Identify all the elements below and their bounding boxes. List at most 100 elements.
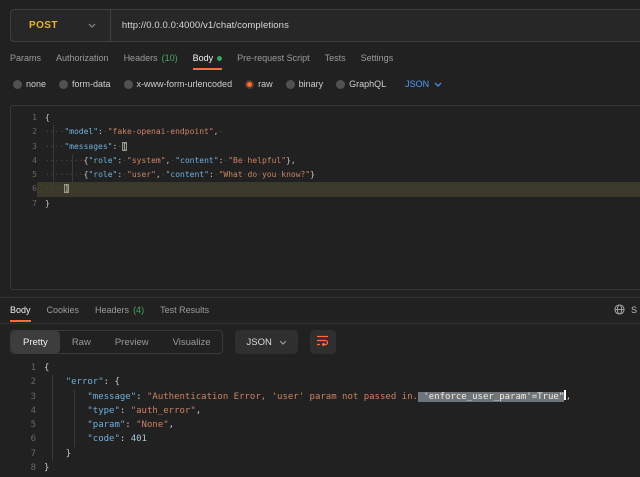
code-line[interactable]: 8} <box>10 461 640 475</box>
token-punc: : <box>136 392 147 402</box>
tab-body[interactable]: Body <box>193 48 223 70</box>
chevron-down-icon <box>88 23 96 28</box>
code-line-content: ····"messages":·[ <box>37 140 640 154</box>
tab-pre-request-script[interactable]: Pre-request Script <box>237 48 310 70</box>
response-tab-body[interactable]: Body <box>10 300 31 322</box>
token-ws <box>44 420 87 430</box>
body-type-radiogroup: none form-data x-www-form-urlencoded raw… <box>13 76 442 92</box>
response-body-viewer[interactable]: 1{2 "error": {3 "message": "Authenticati… <box>10 356 640 477</box>
code-line[interactable]: 7 } <box>10 447 640 461</box>
token-punc: } <box>310 170 315 179</box>
token-ws: ········ <box>45 156 84 165</box>
token-punc: :· <box>219 156 229 165</box>
token-punc: { <box>45 113 50 122</box>
radio-form-data[interactable]: form-data <box>59 79 111 89</box>
wrap-lines-button[interactable] <box>310 330 336 354</box>
token-punc: : <box>125 420 136 430</box>
token-str: "What·do·you·know?" <box>219 170 311 179</box>
line-number: 6 <box>10 432 36 446</box>
code-line[interactable]: 3····"messages":·[ <box>11 140 640 154</box>
line-number: 5 <box>10 418 36 432</box>
line-number: 1 <box>11 111 37 125</box>
view-tab-visualize[interactable]: Visualize <box>161 331 223 353</box>
token-punc: : <box>104 377 115 387</box>
code-line[interactable]: 6 "code": 401 <box>10 432 640 446</box>
token-str: "user" <box>127 170 156 179</box>
token-punc: : <box>120 406 131 416</box>
token-punc: :· <box>117 156 127 165</box>
line-number: 4 <box>10 404 36 418</box>
token-ws: ···· <box>45 127 64 136</box>
code-line[interactable]: 1{ <box>11 111 640 125</box>
code-line[interactable]: 2 "error": { <box>10 375 640 389</box>
response-tab-test-results[interactable]: Test Results <box>160 300 209 322</box>
code-line[interactable]: 4········{"role":·"system",·"content":·"… <box>11 154 640 168</box>
line-number: 3 <box>11 140 37 154</box>
request-body-editor[interactable]: 1{2····"model":·"fake-openai-endpoint",·… <box>10 105 640 290</box>
code-line[interactable]: 5········{"role":·"user",·"content":·"Wh… <box>11 168 640 182</box>
code-line[interactable]: 7} <box>11 197 640 211</box>
token-ws <box>44 434 87 444</box>
tab-headers[interactable]: Headers(10) <box>124 48 178 70</box>
radio-x-www-form-urlencoded[interactable]: x-www-form-urlencoded <box>124 79 233 89</box>
token-ws <box>44 392 87 402</box>
response-tab-cookies[interactable]: Cookies <box>47 300 80 322</box>
token-key: "role" <box>88 156 117 165</box>
method-selector[interactable]: POST <box>11 10 110 41</box>
token-punc: , <box>566 392 571 402</box>
token-key: "error" <box>66 377 104 387</box>
response-headers-count: (4) <box>133 305 144 315</box>
url-input[interactable]: http://0.0.0.0:4000/v1/chat/completions <box>111 20 289 31</box>
tab-settings[interactable]: Settings <box>361 48 394 70</box>
radio-graphql[interactable]: GraphQL <box>336 79 386 89</box>
method-label: POST <box>29 20 58 31</box>
code-line-content: } <box>37 197 640 211</box>
radio-binary[interactable]: binary <box>286 79 324 89</box>
view-tab-raw[interactable]: Raw <box>60 331 103 353</box>
token-punc: ,· <box>166 156 176 165</box>
tab-tests[interactable]: Tests <box>325 48 346 70</box>
response-language-select[interactable]: JSON <box>235 330 297 354</box>
line-number: 1 <box>10 361 36 375</box>
code-line-content: "param": "None", <box>36 418 640 432</box>
pane-divider <box>0 297 640 298</box>
view-tab-preview[interactable]: Preview <box>103 331 161 353</box>
globe-icon[interactable] <box>614 304 625 317</box>
code-line[interactable]: 2····"model":·"fake-openai-endpoint",· <box>11 125 640 139</box>
token-punc: } <box>45 199 50 208</box>
token-punc: ] <box>64 184 69 193</box>
tab-authorization[interactable]: Authorization <box>56 48 109 70</box>
clipped-status-label: S <box>631 305 637 315</box>
token-key: "messages" <box>64 142 112 151</box>
code-line-content: "error": { <box>36 375 640 389</box>
line-number: 8 <box>10 461 36 475</box>
radio-icon <box>13 80 22 89</box>
token-punc: }, <box>286 156 296 165</box>
radio-icon <box>286 80 295 89</box>
code-line[interactable]: 3 "message": "Authentication Error, 'use… <box>10 390 640 404</box>
response-tabs: Body Cookies Headers(4) Test Results <box>10 300 209 322</box>
code-line[interactable]: 4 "type": "auth_error", <box>10 404 640 418</box>
code-line-content: } <box>36 461 640 475</box>
code-line[interactable]: 1{ <box>10 361 640 375</box>
radio-icon <box>124 80 133 89</box>
view-mode-segmented-control: Pretty Raw Preview Visualize <box>10 330 223 354</box>
token-str: "None" <box>136 420 169 430</box>
token-str: "Be·helpful" <box>228 156 286 165</box>
token-punc: :· <box>112 142 122 151</box>
code-line-content: ····"model":·"fake-openai-endpoint",· <box>37 125 640 139</box>
view-tab-pretty[interactable]: Pretty <box>11 331 60 353</box>
line-number: 4 <box>11 154 37 168</box>
token-punc: ,· <box>156 170 166 179</box>
code-line[interactable]: 5 "param": "None", <box>10 418 640 432</box>
code-line[interactable]: 6····] <box>11 182 640 196</box>
token-punc: ,· <box>214 127 224 136</box>
radio-selected-icon <box>245 80 254 89</box>
tab-params[interactable]: Params <box>10 48 41 70</box>
response-tab-headers[interactable]: Headers(4) <box>95 300 144 322</box>
line-number: 6 <box>11 182 37 196</box>
radio-none[interactable]: none <box>13 79 46 89</box>
token-key: "model" <box>64 127 98 136</box>
radio-raw[interactable]: raw <box>245 79 273 89</box>
request-language-select[interactable]: JSON <box>405 79 442 89</box>
